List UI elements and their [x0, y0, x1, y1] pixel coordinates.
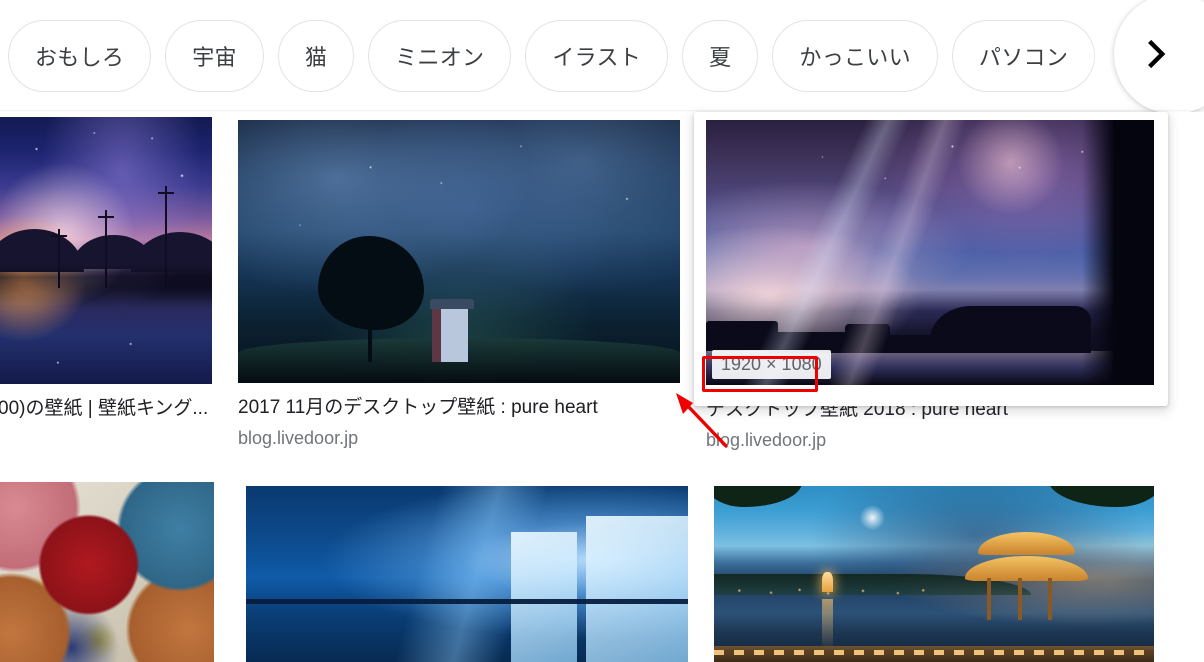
chip-track[interactable]: おもしろ 宇宙 猫 ミニオン イラスト 夏 かっこいい パソコン [8, 20, 1096, 92]
artwork-windows-10-hero [246, 486, 688, 662]
artwork-night-sky-tree [238, 120, 680, 383]
result-thumbnail-2[interactable] [238, 120, 680, 383]
chip-natsu[interactable]: 夏 [682, 20, 759, 92]
artwork-anime-sunset [0, 117, 212, 384]
result-card-6[interactable] [714, 486, 1154, 662]
chip-minion[interactable]: ミニオン [368, 20, 512, 92]
artwork-starry-mesa-lake [706, 120, 1154, 385]
result-caption-1[interactable]: 00)の壁紙 | 壁紙キング... [0, 396, 212, 422]
image-search-results-page: おもしろ 宇宙 猫 ミニオン イラスト 夏 かっこいい パソコン 00)の壁紙 … [0, 0, 1204, 662]
chip-omoshiro[interactable]: おもしろ [8, 20, 152, 92]
chevron-right-icon [1148, 39, 1166, 69]
result-thumbnail-4[interactable] [0, 482, 214, 662]
result-card-2[interactable]: 2017 11月のデスクトップ壁紙 : pure heart blog.live… [238, 120, 680, 450]
artwork-colorful-umbrellas [0, 482, 214, 662]
result-thumbnail-6[interactable] [714, 486, 1154, 662]
result-card-1[interactable]: 00)の壁紙 | 壁紙キング... [0, 117, 212, 427]
result-card-3[interactable]: 1920 × 1080 デスクトップ壁紙 2018 : pure heart b… [694, 112, 1168, 452]
result-card-5[interactable] [246, 486, 688, 662]
chip-uchu[interactable]: 宇宙 [165, 20, 264, 92]
result-caption-2[interactable]: 2017 11月のデスクトップ壁紙 : pure heart blog.live… [238, 395, 680, 450]
chip-pasokon[interactable]: パソコン [951, 20, 1096, 92]
related-searches-chip-bar: おもしろ 宇宙 猫 ミニオン イラスト 夏 かっこいい パソコン [0, 0, 1204, 112]
result-title-1[interactable]: 00)の壁紙 | 壁紙キング... [0, 396, 212, 422]
result-thumbnail-1[interactable] [0, 117, 212, 384]
results-grid: 00)の壁紙 | 壁紙キング... 2017 11月のデスクトップ壁紙 : pu… [0, 112, 1204, 662]
result-source-3: blog.livedoor.jp [706, 430, 827, 450]
image-size-badge: 1920 × 1080 [712, 350, 831, 379]
chip-kakkoii[interactable]: かっこいい [772, 20, 938, 92]
result-thumbnail-5[interactable] [246, 486, 688, 662]
chip-neko[interactable]: 猫 [277, 20, 355, 92]
chips-scroll-next-button[interactable] [1114, 0, 1204, 112]
result-source-2: blog.livedoor.jp [238, 428, 359, 448]
chip-illust[interactable]: イラスト [525, 20, 669, 92]
result-card-4[interactable] [0, 482, 214, 662]
result-thumbnail-3[interactable]: 1920 × 1080 [706, 120, 1154, 385]
artwork-west-lake-pavilion [714, 486, 1154, 662]
result-title-2[interactable]: 2017 11月のデスクトップ壁紙 : pure heart [238, 395, 680, 421]
